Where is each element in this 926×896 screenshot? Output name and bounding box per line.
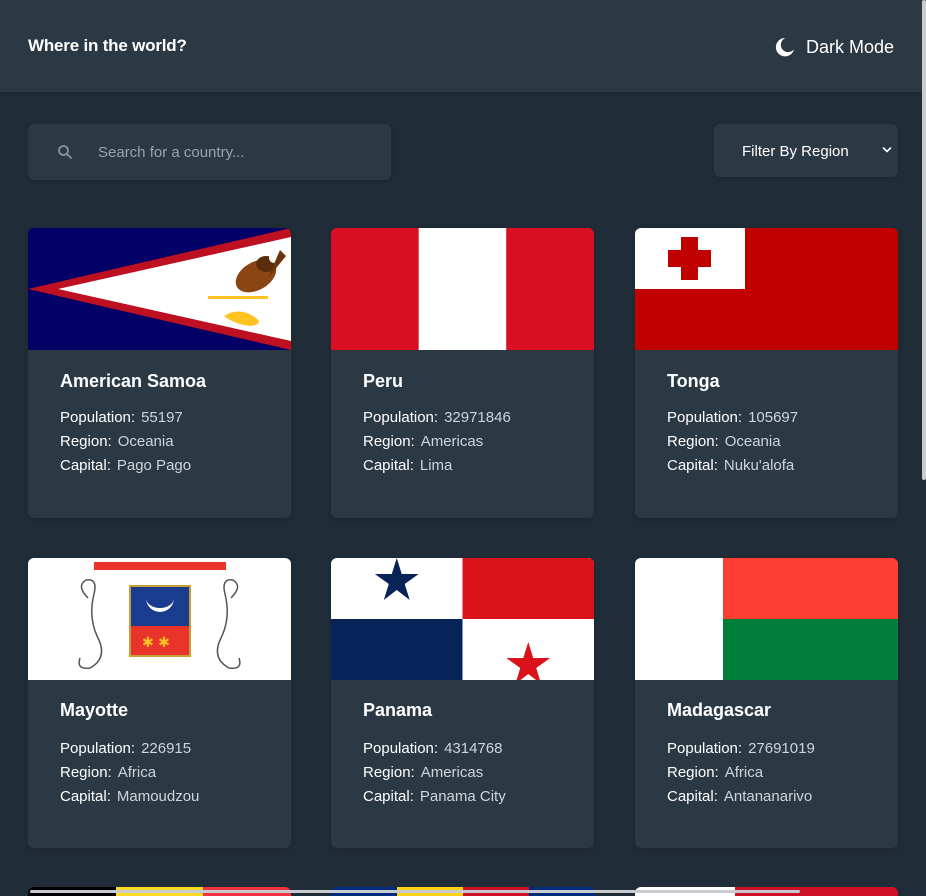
search-icon: [58, 145, 72, 159]
population-label: Population:: [60, 409, 136, 426]
capital-label: Capital:: [363, 457, 414, 474]
capital-value: Lima: [419, 457, 453, 474]
capital-label: Capital:: [60, 788, 111, 805]
country-card-tonga[interactable]: Tonga Population: 105697 Region: Oceania C…: [635, 228, 898, 518]
capital-value: Nuku'alofa: [723, 457, 795, 474]
app-title: Where in the world?: [28, 36, 187, 55]
region-label: Region:: [363, 433, 415, 450]
region-row: Region: Americas: [363, 764, 483, 781]
capital-value: Panama City: [419, 788, 506, 805]
population-row: Population: 4314768: [363, 740, 502, 757]
panama-flag: [331, 558, 594, 680]
peru-flag: [331, 228, 594, 350]
horizontal-scroll-thumb[interactable]: [30, 890, 800, 893]
population-row: Population: 32971846: [363, 409, 511, 426]
population-value: 32971846: [444, 409, 511, 426]
capital-label: Capital:: [667, 457, 718, 474]
region-value: Americas: [420, 433, 484, 450]
country-card-peru[interactable]: Peru Population: 32971846 Region: Americas…: [331, 228, 594, 518]
capital-row: Capital: Mamoudzou: [60, 788, 199, 805]
region-row: Region: Africa: [60, 764, 156, 781]
population-label: Population:: [667, 409, 743, 426]
mayotte-flag: ✱ ✱: [28, 558, 291, 680]
chevron-down-icon: [882, 147, 892, 153]
population-label: Population:: [667, 740, 743, 757]
region-label: Region:: [363, 764, 415, 781]
american-samoa-flag: [28, 228, 291, 350]
population-value: 27691019: [748, 740, 815, 757]
dark-mode-toggle[interactable]: Dark Mode: [774, 33, 894, 61]
country-name: Madagascar: [667, 700, 772, 720]
country-card-american-samoa[interactable]: American Samoa Population: 55197 Region: O…: [28, 228, 291, 518]
population-value: 105697: [748, 409, 799, 426]
region-value: Africa: [117, 764, 157, 781]
region-label: Region:: [667, 433, 719, 450]
search-input[interactable]: [98, 124, 378, 180]
vertical-scroll-thumb[interactable]: [922, 0, 926, 480]
population-row: Population: 105697: [667, 409, 798, 426]
search-box[interactable]: [28, 124, 391, 180]
region-value: Oceania: [724, 433, 781, 450]
capital-label: Capital:: [60, 457, 111, 474]
vertical-scrollbar[interactable]: [922, 0, 926, 896]
population-row: Population: 27691019: [667, 740, 815, 757]
capital-value: Antananarivo: [723, 788, 813, 805]
region-row: Region: Americas: [363, 433, 483, 450]
population-row: Population: 55197: [60, 409, 183, 426]
population-value: 226915: [141, 740, 192, 757]
region-label: Region:: [667, 764, 719, 781]
population-value: 55197: [141, 409, 183, 426]
dark-mode-label: Dark Mode: [805, 36, 894, 57]
region-value: Africa: [724, 764, 764, 781]
population-value: 4314768: [444, 740, 503, 757]
country-name: Peru: [363, 371, 404, 391]
svg-text:✱ ✱: ✱ ✱: [142, 635, 170, 651]
region-row: Region: Oceania: [60, 433, 174, 450]
region-filter-label: Filter By Region: [742, 143, 849, 160]
capital-label: Capital:: [667, 788, 718, 805]
region-filter-select[interactable]: Filter By Region: [714, 124, 898, 177]
population-label: Population:: [363, 409, 439, 426]
capital-row: Capital: Panama City: [363, 788, 506, 805]
capital-row: Capital: Lima: [363, 457, 452, 474]
tonga-flag: [635, 228, 898, 350]
capital-value: Mamoudzou: [116, 788, 200, 805]
country-name: Panama: [363, 700, 433, 720]
capital-value: Pago Pago: [116, 457, 192, 474]
region-row: Region: Oceania: [667, 433, 781, 450]
madagascar-flag: [635, 558, 898, 680]
region-value: Oceania: [117, 433, 174, 450]
country-card-madagascar[interactable]: Madagascar Population: 27691019 Region: Af…: [635, 558, 898, 848]
country-card-panama[interactable]: Panama Population: 4314768 Region: America…: [331, 558, 594, 848]
population-label: Population:: [60, 740, 136, 757]
moon-icon: [775, 38, 794, 57]
capital-row: Capital: Pago Pago: [60, 457, 191, 474]
region-row: Region: Africa: [667, 764, 763, 781]
population-label: Population:: [363, 740, 439, 757]
capital-row: Capital: Antananarivo: [667, 788, 812, 805]
country-card-mayotte[interactable]: ✱ ✱ Mayotte Population: 226915 Region: Afr…: [28, 558, 291, 848]
app-header: Where in the world? Dark Mode: [0, 0, 922, 92]
region-value: Americas: [420, 764, 484, 781]
capital-row: Capital: Nuku'alofa: [667, 457, 794, 474]
population-row: Population: 226915: [60, 740, 191, 757]
country-name: American Samoa: [60, 371, 207, 391]
region-label: Region:: [60, 764, 112, 781]
country-name: Tonga: [667, 371, 720, 391]
country-name: Mayotte: [60, 700, 129, 720]
region-label: Region:: [60, 433, 112, 450]
capital-label: Capital:: [363, 788, 414, 805]
